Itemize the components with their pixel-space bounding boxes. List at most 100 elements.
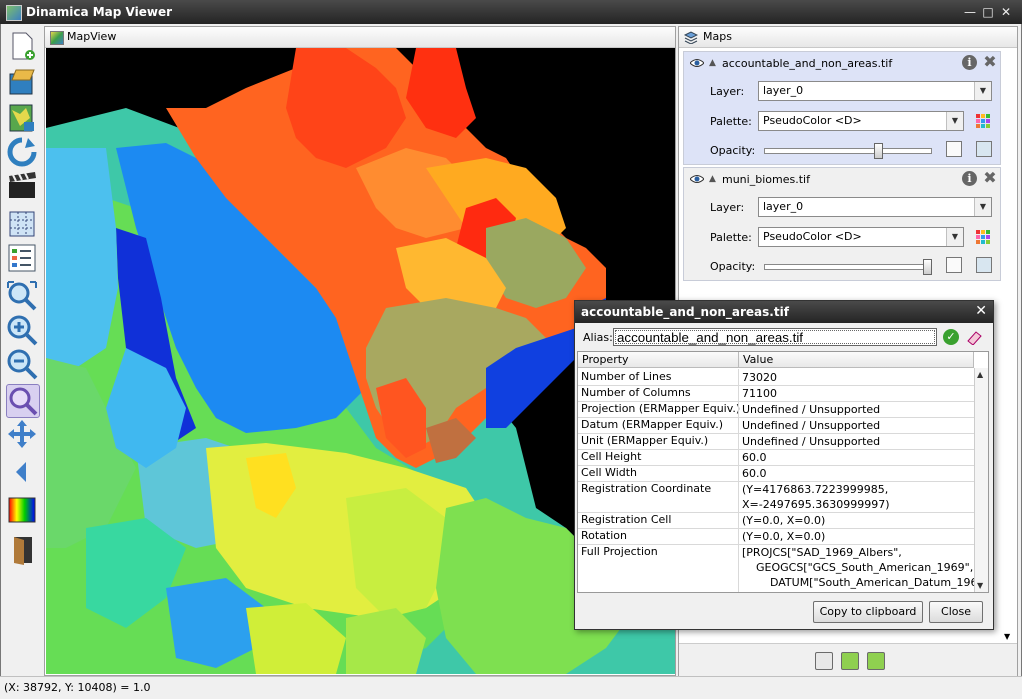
histogram-icon[interactable] bbox=[976, 141, 992, 157]
opacity-slider-thumb[interactable] bbox=[923, 259, 932, 275]
pan-button[interactable] bbox=[6, 418, 38, 450]
animation-button[interactable] bbox=[6, 170, 38, 202]
layer-select-value: layer_0 bbox=[763, 84, 804, 97]
table-scrollbar[interactable]: ▲ ▼ bbox=[974, 368, 988, 592]
table-row[interactable]: Unit (ERMapper Equiv.) Undefined / Unsupp… bbox=[578, 433, 974, 450]
scroll-down-icon[interactable]: ▼ bbox=[977, 581, 983, 590]
dialog-close-icon[interactable]: ✕ bbox=[975, 303, 987, 319]
table-row[interactable]: Cell Width 60.0 bbox=[578, 465, 974, 482]
table-icon[interactable] bbox=[946, 257, 962, 273]
close-button[interactable]: Close bbox=[929, 601, 983, 623]
property-value: Undefined / Unsupported bbox=[742, 435, 881, 448]
cell-divider bbox=[738, 465, 739, 481]
property-name: Unit (ERMapper Equiv.) bbox=[581, 434, 709, 447]
maximize-icon[interactable]: □ bbox=[980, 4, 996, 20]
collapse-triangle-icon[interactable]: ▲ bbox=[709, 58, 716, 68]
layer-name: accountable_and_non_areas.tif bbox=[722, 57, 893, 70]
layer-label: Layer: bbox=[710, 201, 745, 214]
close-icon[interactable]: ✕ bbox=[998, 4, 1014, 20]
property-value: (Y=4176863.7223999985, X=-2497695.363099… bbox=[742, 483, 890, 511]
layer-name: muni_biomes.tif bbox=[722, 173, 810, 186]
column-header-value[interactable]: Value bbox=[739, 352, 974, 368]
opacity-slider[interactable] bbox=[764, 259, 932, 275]
exit-button[interactable] bbox=[6, 534, 38, 566]
legend-button[interactable] bbox=[6, 242, 38, 274]
alias-label: Alias: bbox=[583, 331, 613, 344]
move-down-icon[interactable] bbox=[867, 652, 885, 670]
eraser-icon[interactable] bbox=[965, 329, 983, 345]
scroll-up-icon[interactable]: ▲ bbox=[977, 370, 983, 379]
zoom-extent-button[interactable] bbox=[6, 280, 38, 312]
visibility-eye-icon[interactable] bbox=[690, 58, 704, 68]
alias-input[interactable] bbox=[613, 328, 937, 346]
move-up-icon[interactable] bbox=[841, 652, 859, 670]
grid-view-button[interactable] bbox=[6, 208, 38, 240]
palette-label: Palette: bbox=[710, 231, 752, 244]
table-row[interactable]: Full Projection [PROJCS["SAD_1969_Albers"… bbox=[578, 544, 988, 592]
remove-layer-icon[interactable]: ✖ bbox=[982, 170, 998, 186]
table-row[interactable]: Cell Height 60.0 bbox=[578, 449, 974, 466]
opacity-slider-thumb[interactable] bbox=[874, 143, 883, 159]
cell-divider bbox=[738, 385, 739, 401]
legend-list-icon bbox=[8, 244, 36, 272]
table-row[interactable]: Projection (ERMapper Equiv.) Undefined / … bbox=[578, 401, 974, 418]
palette-button[interactable] bbox=[6, 494, 38, 526]
zoom-in-button[interactable] bbox=[6, 314, 38, 346]
column-header-property[interactable]: Property bbox=[578, 352, 739, 368]
palette-grid-icon[interactable] bbox=[976, 230, 990, 244]
info-icon[interactable]: i bbox=[962, 55, 977, 70]
copy-to-clipboard-button[interactable]: Copy to clipboard bbox=[813, 601, 923, 623]
maps-scrollbar[interactable]: ▼ bbox=[1001, 53, 1015, 643]
scroll-down-icon[interactable]: ▼ bbox=[1004, 632, 1010, 641]
zoom-box-button[interactable] bbox=[6, 384, 40, 418]
table-row[interactable]: Number of Lines 73020 bbox=[578, 369, 974, 386]
layer-select[interactable]: layer_0 ▼ bbox=[758, 197, 992, 217]
dialog-title: accountable_and_non_areas.tif bbox=[581, 305, 789, 319]
palette-select[interactable]: PseudoColor <D> ▼ bbox=[758, 111, 964, 131]
cell-divider bbox=[738, 417, 739, 433]
property-value: Undefined / Unsupported bbox=[742, 419, 881, 432]
palette-grid-icon[interactable] bbox=[976, 114, 990, 128]
add-layer-button[interactable] bbox=[6, 102, 38, 134]
property-name: Cell Height bbox=[581, 450, 642, 463]
grid-icon bbox=[9, 211, 35, 237]
remove-layer-icon[interactable]: ✖ bbox=[982, 54, 998, 70]
zoom-out-icon bbox=[7, 349, 38, 380]
mapview-title: MapView bbox=[67, 30, 117, 43]
table-row[interactable]: Registration Cell (Y=0.0, X=0.0) bbox=[578, 512, 974, 529]
new-map-button[interactable] bbox=[6, 30, 38, 62]
wrench-icon[interactable] bbox=[815, 652, 833, 670]
property-value: [PROJCS["SAD_1969_Albers", GEOGCS["GCS_S… bbox=[742, 546, 989, 592]
minimize-icon[interactable]: — bbox=[962, 4, 978, 20]
app-icon bbox=[6, 5, 22, 21]
property-name: Registration Coordinate bbox=[581, 482, 712, 495]
layer-label: Layer: bbox=[710, 85, 745, 98]
visibility-eye-icon[interactable] bbox=[690, 174, 704, 184]
table-row[interactable]: Rotation (Y=0.0, X=0.0) bbox=[578, 528, 974, 545]
layer-select[interactable]: layer_0 ▼ bbox=[758, 81, 992, 101]
histogram-icon[interactable] bbox=[976, 257, 992, 273]
collapse-triangle-icon[interactable]: ▲ bbox=[709, 174, 716, 184]
layer-card[interactable]: ▲ accountable_and_non_areas.tif i ✖ Laye… bbox=[683, 51, 1001, 165]
info-icon[interactable]: i bbox=[962, 171, 977, 186]
collapse-button[interactable] bbox=[6, 456, 38, 488]
property-name: Projection (ERMapper Equiv.) bbox=[581, 402, 741, 415]
table-row[interactable]: Datum (ERMapper Equiv.) Undefined / Unsup… bbox=[578, 417, 974, 434]
zoom-out-button[interactable] bbox=[6, 348, 38, 380]
refresh-button[interactable] bbox=[6, 136, 38, 168]
clapperboard-icon bbox=[9, 172, 36, 198]
map-layer-icon bbox=[9, 104, 34, 132]
open-map-button[interactable] bbox=[6, 66, 38, 98]
opacity-label: Opacity: bbox=[710, 144, 756, 157]
table-row[interactable]: Number of Columns 71100 bbox=[578, 385, 974, 402]
layers-icon bbox=[684, 31, 698, 44]
layer-card[interactable]: ▲ muni_biomes.tif i ✖ Layer: layer_0 ▼ Pa… bbox=[683, 167, 1001, 281]
map-icon bbox=[50, 31, 64, 45]
table-row[interactable]: Registration Coordinate (Y=4176863.722399… bbox=[578, 481, 974, 513]
table-icon[interactable] bbox=[946, 141, 962, 157]
opacity-slider[interactable] bbox=[764, 143, 932, 159]
property-value: 71100 bbox=[742, 387, 777, 400]
confirm-check-icon[interactable]: ✓ bbox=[943, 329, 959, 345]
palette-select[interactable]: PseudoColor <D> ▼ bbox=[758, 227, 964, 247]
opacity-label: Opacity: bbox=[710, 260, 756, 273]
